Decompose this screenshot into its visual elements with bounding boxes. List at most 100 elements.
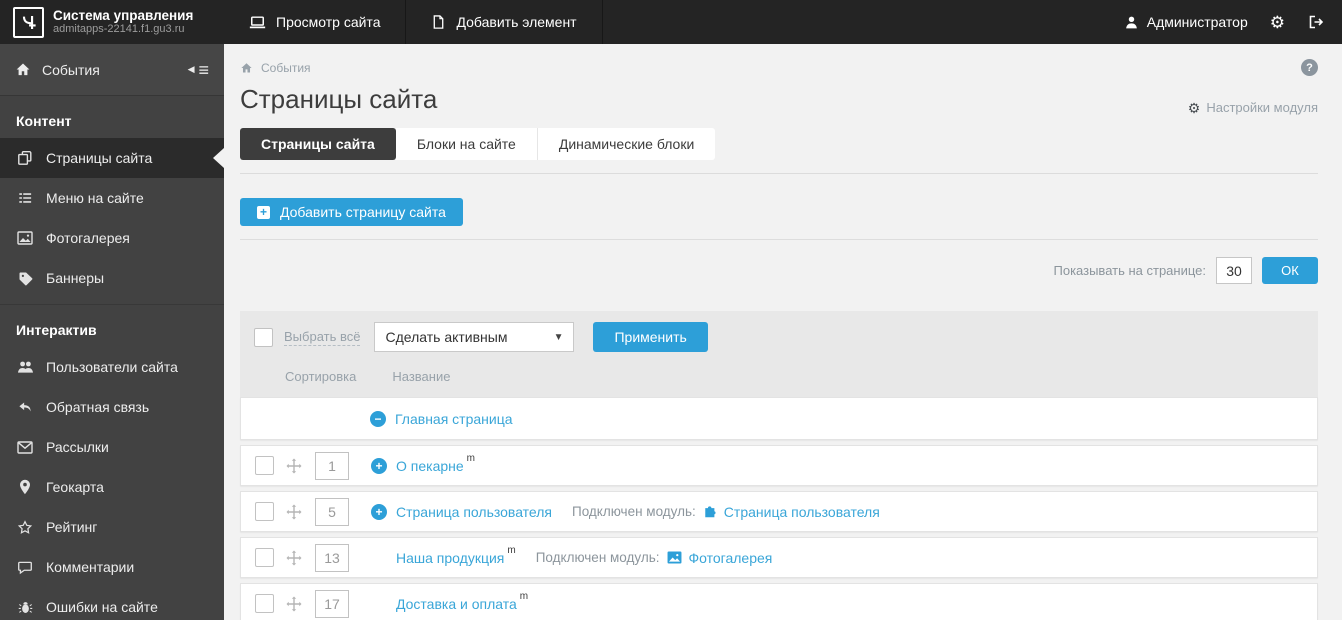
burger-icon: ≡ [198, 59, 209, 80]
sidebar-item-comments[interactable]: Комментарии [0, 547, 224, 587]
comment-icon [15, 560, 35, 575]
move-icon[interactable] [286, 458, 302, 474]
row-checkbox[interactable] [255, 594, 274, 613]
sidebar-item-photogallery[interactable]: Фотогалерея [0, 218, 224, 258]
expand-plus-icon[interactable]: + [371, 503, 387, 520]
sidebar: События ◀ ≡ Контент Страницы сайта Меню … [0, 44, 224, 620]
reply-icon [15, 400, 35, 414]
page-title: Страницы сайта [240, 84, 438, 114]
per-page-input[interactable] [1216, 257, 1252, 284]
column-header-name: Название [392, 369, 451, 384]
photo-icon [15, 231, 35, 245]
table-row: + О пекарне m [240, 445, 1318, 486]
row-checkbox[interactable] [255, 502, 274, 521]
move-icon[interactable] [286, 596, 302, 612]
sort-order-input[interactable] [315, 497, 349, 526]
table-row: + Страница пользователя Подключен модуль… [240, 491, 1318, 532]
move-icon[interactable] [286, 550, 302, 566]
map-pin-icon [15, 479, 35, 495]
file-icon [431, 14, 446, 30]
sidebar-item-site-users[interactable]: Пользователи сайта [0, 347, 224, 387]
tabs: Страницы сайта Блоки на сайте Динамическ… [240, 128, 1318, 160]
tab-dynamic-blocks[interactable]: Динамические блоки [537, 128, 716, 160]
sidebar-item-newsletters[interactable]: Рассылки [0, 427, 224, 467]
page-link[interactable]: О пекарне [396, 458, 464, 474]
tabs-divider [240, 173, 1318, 174]
select-all-label[interactable]: Выбрать всё [284, 329, 361, 346]
main-content: События ? Страницы сайта ⚙ Настройки мод… [224, 44, 1342, 620]
photo-icon [667, 551, 682, 564]
bulk-action-select[interactable]: Сделать активным ▼ [374, 322, 575, 352]
sidebar-item-site-pages[interactable]: Страницы сайта [0, 138, 224, 178]
section-title: Интерактив [16, 322, 97, 338]
breadcrumb-home-icon[interactable] [240, 62, 253, 74]
pages-icon [15, 150, 35, 166]
laptop-icon [249, 14, 266, 31]
envelope-icon [15, 440, 35, 454]
sidebar-item-feedback[interactable]: Обратная связь [0, 387, 224, 427]
sidebar-item-rating[interactable]: Рейтинг [0, 507, 224, 547]
home-icon [15, 62, 31, 77]
content-divider [240, 239, 1318, 240]
view-site-button[interactable]: Просмотр сайта [224, 0, 407, 44]
sort-order-input[interactable] [315, 543, 349, 572]
module-link[interactable]: Страница пользователя [724, 504, 880, 520]
row-checkbox[interactable] [255, 456, 274, 475]
sidebar-section-content: Контент Страницы сайта Меню на сайте Фот… [0, 96, 224, 298]
menu-flag: m [507, 545, 516, 556]
sidebar-item-events[interactable]: События ◀ ≡ [0, 44, 224, 96]
collapse-minus-icon[interactable]: − [370, 410, 386, 427]
add-page-button[interactable]: + Добавить страницу сайта [240, 198, 463, 226]
module-link[interactable]: Фотогалерея [689, 550, 773, 566]
user-icon [1124, 15, 1139, 30]
select-all-checkbox[interactable] [254, 327, 273, 347]
logout-icon[interactable] [1307, 14, 1324, 30]
settings-gear-icon[interactable]: ⚙ [1270, 14, 1285, 31]
sidebar-section-interactive: Интерактив Пользователи сайта Обратная с… [0, 304, 224, 620]
sidebar-item-site-errors[interactable]: Ошибки на сайте [0, 587, 224, 620]
section-title: Контент [16, 113, 72, 129]
module-settings-gear-icon: ⚙ [1187, 99, 1201, 116]
page-link[interactable]: Доставка и оплата [396, 596, 517, 612]
app-title: Система управления [53, 7, 194, 23]
collapse-arrow-icon: ◀ [187, 64, 195, 74]
sidebar-collapse-control[interactable]: ◀ ≡ [188, 61, 209, 79]
menu-flag: m [519, 591, 529, 602]
chevron-down-icon: ▼ [553, 331, 564, 343]
module-settings-link[interactable]: ⚙ Настройки модуля [1188, 100, 1318, 115]
help-icon[interactable]: ? [1301, 59, 1318, 76]
apply-button[interactable]: Применить [593, 322, 708, 352]
brand[interactable]: Система управления admitapps-22141.f1.gu… [0, 0, 224, 44]
column-header-sort: Сортировка [285, 369, 357, 384]
table-row: Наша продукция m Подключен модуль: Фотог… [240, 537, 1318, 578]
bug-icon [15, 600, 35, 615]
sort-order-input[interactable] [315, 451, 349, 480]
per-page-ok-button[interactable]: ОК [1262, 257, 1318, 284]
sidebar-item-site-menu[interactable]: Меню на сайте [0, 178, 224, 218]
breadcrumb[interactable]: События [261, 61, 311, 75]
add-element-button[interactable]: Добавить элемент [406, 0, 603, 44]
plus-square-icon: + [257, 205, 270, 219]
star-icon [15, 519, 35, 535]
tab-site-pages[interactable]: Страницы сайта [240, 128, 396, 160]
app-host: admitapps-22141.f1.gu3.ru [53, 23, 185, 36]
module-label: Подключен модуль: [572, 504, 696, 519]
sort-order-input[interactable] [315, 589, 349, 618]
sidebar-item-geomap[interactable]: Геокарта [0, 467, 224, 507]
sidebar-item-banners[interactable]: Баннеры [0, 258, 224, 298]
tag-icon [15, 271, 35, 286]
pages-table: Выбрать всё Сделать активным ▼ Применить… [240, 311, 1318, 620]
page-link[interactable]: Страница пользователя [396, 504, 552, 520]
tab-site-blocks[interactable]: Блоки на сайте [395, 128, 538, 160]
per-page-label: Показывать на странице: [1053, 263, 1207, 278]
user-menu[interactable]: Администратор [1124, 14, 1248, 30]
page-link[interactable]: Наша продукция [396, 550, 504, 566]
move-icon[interactable] [286, 504, 302, 520]
brand-logo-icon [13, 6, 44, 38]
topbar: Система управления admitapps-22141.f1.gu… [0, 0, 1342, 44]
page-link[interactable]: Главная страница [395, 411, 513, 427]
module-label: Подключен модуль: [535, 550, 660, 565]
expand-plus-icon[interactable]: + [371, 457, 387, 474]
row-checkbox[interactable] [255, 548, 274, 567]
menu-list-icon [15, 191, 35, 205]
